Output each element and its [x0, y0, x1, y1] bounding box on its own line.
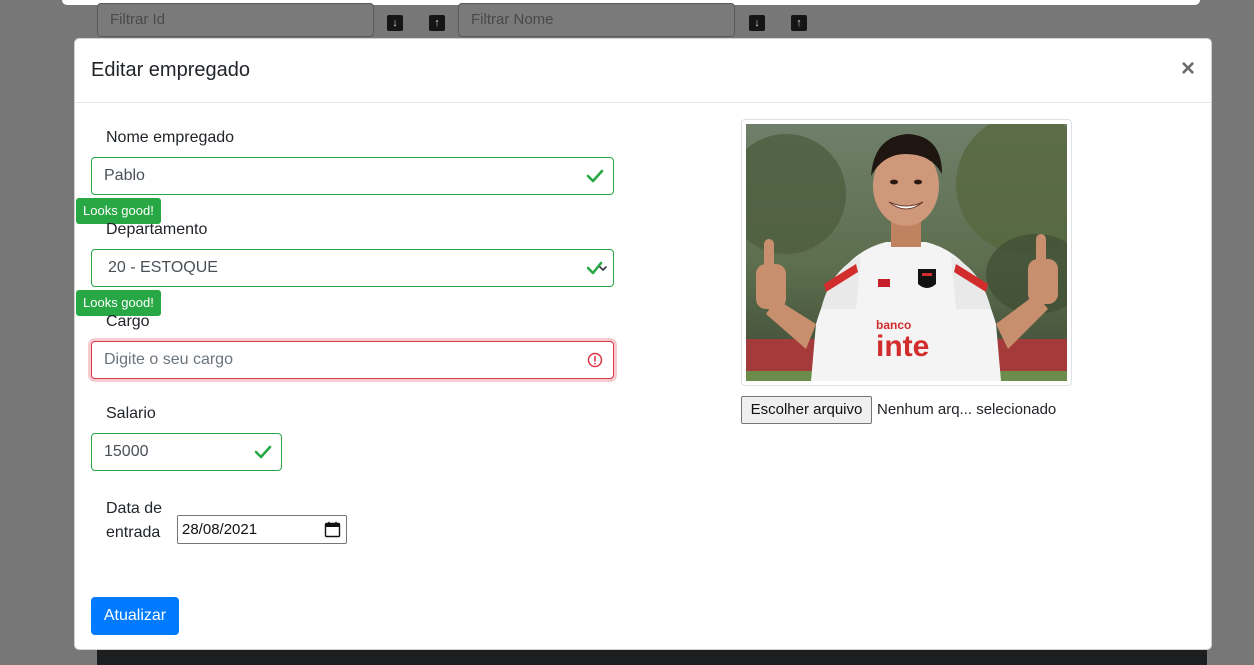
- modal-header: Editar empregado ×: [75, 39, 1211, 103]
- name-label: Nome empregado: [106, 129, 235, 146]
- start-date-label: Data de entrada: [106, 497, 162, 545]
- start-date-value: 28/08/2021: [182, 521, 258, 538]
- check-icon: [586, 169, 604, 183]
- role-input[interactable]: Digite o seu cargo: [91, 341, 614, 379]
- employee-photo-frame: banco inte: [741, 119, 1072, 386]
- filter-name-input[interactable]: Filtrar Nome: [458, 3, 735, 37]
- start-date-label-line1: Data de: [106, 500, 163, 517]
- background-table-header: [97, 649, 1207, 665]
- name-value: Pablo: [104, 167, 145, 184]
- sort-asc-name-button[interactable]: ↑: [791, 15, 807, 31]
- file-status-text: Nenhum arq... selecionado: [877, 401, 1057, 418]
- calendar-icon[interactable]: [324, 521, 341, 538]
- name-input[interactable]: Pablo: [91, 157, 614, 195]
- employee-photo: banco inte: [746, 124, 1067, 381]
- start-date-input[interactable]: 28/08/2021: [177, 515, 347, 544]
- salary-value: 15000: [104, 443, 149, 460]
- start-date-label-line2: entrada: [106, 524, 161, 541]
- svg-text:inte: inte: [876, 330, 929, 363]
- close-button[interactable]: ×: [1181, 57, 1195, 81]
- salary-input[interactable]: 15000: [91, 433, 282, 471]
- check-icon: [254, 445, 272, 459]
- modal-title: Editar empregado: [91, 59, 250, 81]
- alert-circle-icon: [587, 352, 603, 368]
- edit-employee-modal: Editar empregado × Nome empregado Pablo …: [74, 38, 1212, 650]
- role-placeholder: Digite o seu cargo: [104, 351, 233, 368]
- choose-file-button[interactable]: Escolher arquivo: [741, 396, 872, 424]
- role-label: Cargo: [106, 313, 150, 330]
- check-chevron-icon: [587, 261, 607, 275]
- sort-desc-id-button[interactable]: ↓: [387, 15, 403, 31]
- sort-asc-id-button[interactable]: ↑: [429, 15, 445, 31]
- update-button[interactable]: Atualizar: [91, 597, 179, 635]
- salary-label: Salario: [106, 405, 156, 422]
- department-label: Departamento: [106, 221, 208, 238]
- sort-desc-name-button[interactable]: ↓: [749, 15, 765, 31]
- department-value: 20 - ESTOQUE: [108, 259, 218, 276]
- department-select[interactable]: 20 - ESTOQUE: [91, 249, 614, 287]
- filter-id-input[interactable]: Filtrar Id: [97, 3, 374, 37]
- employee-photo-image: banco inte: [746, 124, 1067, 381]
